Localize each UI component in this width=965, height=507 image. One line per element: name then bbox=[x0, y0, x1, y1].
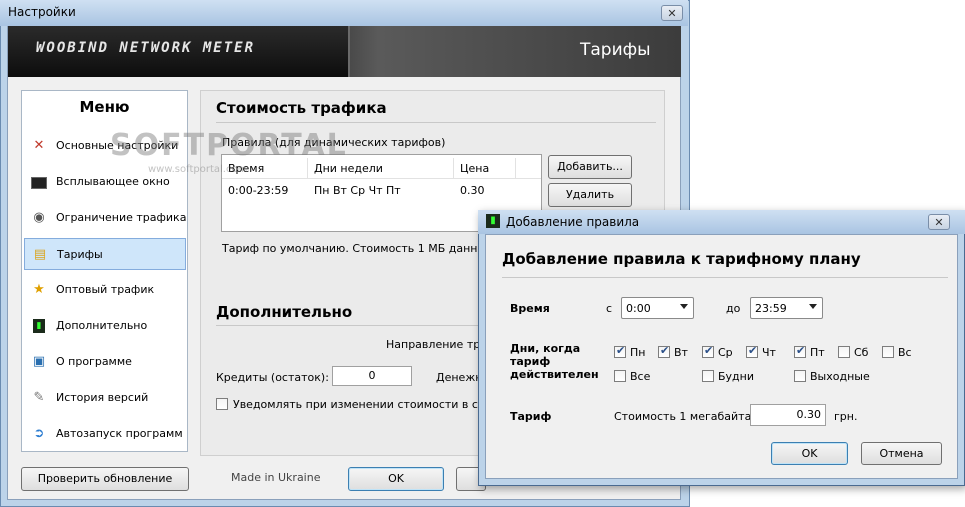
day-label: Пн bbox=[630, 346, 646, 359]
default-tariff-label: Тариф по умолчанию. Стоимость 1 МБ данны… bbox=[222, 242, 497, 255]
dialog-ok-button[interactable]: OK bbox=[771, 442, 848, 465]
app-logo: WOOBIND NETWORK METER bbox=[36, 40, 256, 56]
menu-item-autostart[interactable]: ➲ Автозапуск программ bbox=[24, 418, 186, 450]
column-header-price[interactable]: Цена bbox=[460, 162, 489, 175]
title-bar bbox=[0, 0, 688, 26]
menu-item-about[interactable]: ▣ О программе bbox=[24, 346, 186, 378]
chevron-down-icon bbox=[809, 304, 817, 309]
all-days-checkbox[interactable] bbox=[614, 370, 626, 382]
weekdays-label: Будни bbox=[718, 370, 755, 383]
watermark-url: www.softportal.com bbox=[148, 164, 248, 175]
history-icon: ✎ bbox=[33, 390, 45, 405]
tools-icon: ✕ bbox=[33, 138, 45, 153]
row-price[interactable]: 0.30 bbox=[460, 184, 485, 197]
from-time-select[interactable]: 0:00 bbox=[621, 297, 694, 319]
dialog-cancel-button[interactable]: Отмена bbox=[861, 442, 942, 465]
days-label: Дни, когда тариф действителен bbox=[510, 342, 599, 381]
notify-label: Уведомлять при изменении стоимости в свя… bbox=[233, 398, 514, 411]
credits-input[interactable]: 0 bbox=[332, 366, 412, 386]
extra-icon: ▮ bbox=[31, 318, 47, 334]
day-label: Вс bbox=[898, 346, 912, 359]
day-checkbox-thu[interactable] bbox=[746, 344, 758, 358]
day-checkbox-sun[interactable] bbox=[882, 346, 894, 358]
column-divider bbox=[453, 158, 454, 178]
delete-rule-button[interactable]: Удалить bbox=[548, 183, 632, 207]
tariffs-icon: ▤ bbox=[33, 247, 47, 262]
weekdays-checkbox[interactable] bbox=[702, 370, 714, 382]
all-days-label: Все bbox=[630, 370, 651, 383]
menu-heading: Меню bbox=[79, 98, 130, 116]
about-icon: ▣ bbox=[32, 354, 46, 369]
row-time[interactable]: 0:00-23:59 bbox=[228, 184, 288, 197]
menu-item-label: Оптовый трафик bbox=[56, 283, 155, 296]
traffic-limit-icon: ◉ bbox=[33, 210, 45, 225]
made-in-label: Made in Ukraine bbox=[231, 471, 321, 484]
page-title: Тарифы bbox=[580, 40, 651, 60]
cost-input[interactable]: 0.30 bbox=[750, 404, 826, 426]
day-label: Пт bbox=[810, 346, 825, 359]
weekends-checkbox[interactable] bbox=[794, 370, 806, 382]
from-label: с bbox=[606, 302, 613, 315]
menu-item-label: Дополнительно bbox=[56, 319, 148, 332]
app-icon: ▮ bbox=[486, 214, 500, 228]
to-label: до bbox=[726, 302, 741, 315]
to-time-value: 23:59 bbox=[755, 302, 787, 315]
money-label: Денежн bbox=[436, 371, 483, 384]
dialog-title: Добавление правила bbox=[506, 215, 640, 229]
day-label: Вт bbox=[674, 346, 688, 359]
time-label: Время bbox=[510, 302, 550, 315]
currency-label: грн. bbox=[834, 410, 858, 423]
row-days[interactable]: Пн Вт Ср Чт Пт bbox=[314, 184, 401, 197]
menu-item-extra[interactable]: ▮ Дополнительно bbox=[24, 310, 186, 342]
day-checkbox-wed[interactable] bbox=[702, 344, 714, 358]
day-checkbox-mon[interactable] bbox=[614, 344, 626, 358]
dialog-close-button[interactable]: ✕ bbox=[928, 214, 950, 230]
day-label: Ср bbox=[718, 346, 733, 359]
column-divider bbox=[515, 158, 516, 178]
watermark: SOFTPORTAL bbox=[110, 128, 348, 163]
day-label: Сб bbox=[854, 346, 869, 359]
add-rule-button[interactable]: Добавить... bbox=[548, 155, 632, 179]
menu-item-tariffs[interactable]: ▤ Тарифы bbox=[24, 238, 186, 270]
menu-item-label: Ограничение трафика bbox=[56, 211, 187, 224]
menu-item-traffic-limit[interactable]: ◉ Ограничение трафика bbox=[24, 202, 186, 234]
chevron-down-icon bbox=[680, 304, 688, 309]
credits-label: Кредиты (остаток): bbox=[216, 371, 329, 384]
close-button[interactable]: ✕ bbox=[661, 5, 683, 21]
day-label: Чт bbox=[762, 346, 776, 359]
divider bbox=[216, 122, 656, 123]
tariff-label: Тариф bbox=[510, 410, 552, 423]
autostart-icon: ➲ bbox=[33, 426, 45, 441]
notify-checkbox[interactable] bbox=[216, 398, 228, 410]
check-update-button[interactable]: Проверить обновление bbox=[21, 467, 189, 491]
column-header-days[interactable]: Дни недели bbox=[314, 162, 383, 175]
day-checkbox-tue[interactable] bbox=[658, 344, 670, 358]
menu-item-label: Тарифы bbox=[57, 248, 103, 261]
ok-button[interactable]: OK bbox=[348, 467, 444, 491]
to-time-select[interactable]: 23:59 bbox=[750, 297, 823, 319]
popup-window-icon bbox=[31, 174, 47, 190]
dialog-heading: Добавление правила к тарифному плану bbox=[502, 250, 861, 268]
day-checkbox-fri[interactable] bbox=[794, 344, 806, 358]
cost-label: Стоимость 1 мегабайта bbox=[614, 410, 752, 423]
menu-item-history[interactable]: ✎ История версий bbox=[24, 382, 186, 414]
weekends-label: Выходные bbox=[810, 370, 870, 383]
menu-item-label: История версий bbox=[56, 391, 149, 404]
menu-item-label: Всплывающее окно bbox=[56, 175, 170, 188]
window-title: Настройки bbox=[8, 5, 76, 19]
day-checkbox-sat[interactable] bbox=[838, 346, 850, 358]
divider bbox=[216, 325, 478, 326]
menu-item-label: Автозапуск программ bbox=[56, 427, 183, 440]
menu-item-wholesale[interactable]: ★ Оптовый трафик bbox=[24, 274, 186, 306]
menu-item-label: О программе bbox=[56, 355, 132, 368]
traffic-cost-heading: Стоимость трафика bbox=[216, 99, 387, 117]
extra-heading: Дополнительно bbox=[216, 303, 353, 321]
divider bbox=[502, 277, 948, 278]
star-icon: ★ bbox=[33, 282, 45, 297]
from-time-value: 0:00 bbox=[626, 302, 651, 315]
